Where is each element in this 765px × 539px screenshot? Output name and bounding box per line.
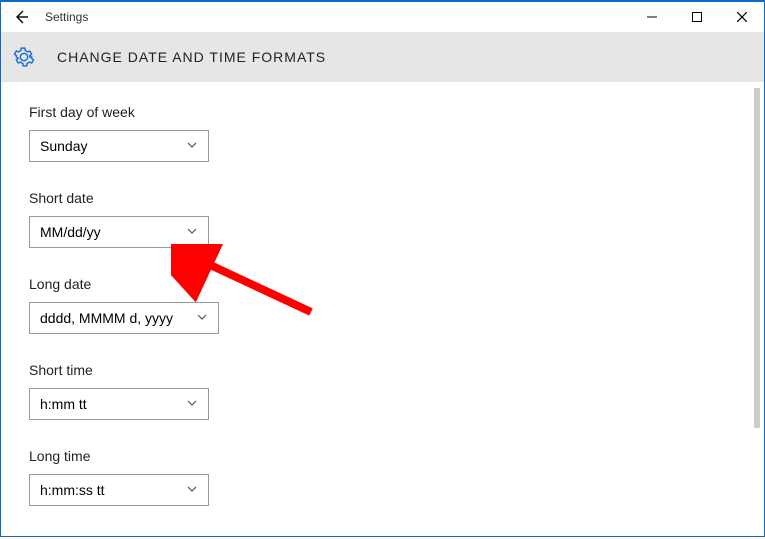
maximize-icon xyxy=(692,12,702,22)
back-button[interactable] xyxy=(9,5,33,29)
long-time-group: Long time h:mm:ss tt xyxy=(29,448,736,506)
minimize-icon xyxy=(647,12,657,22)
close-button[interactable] xyxy=(719,2,764,32)
short-time-value: h:mm tt xyxy=(40,396,87,412)
chevron-down-icon xyxy=(188,310,208,326)
short-time-label: Short time xyxy=(29,362,736,378)
short-date-label: Short date xyxy=(29,190,736,206)
settings-content: First day of week Sunday Short date MM/d… xyxy=(1,82,764,539)
window-controls xyxy=(629,2,764,32)
short-date-dropdown[interactable]: MM/dd/yy xyxy=(29,216,209,248)
chevron-down-icon xyxy=(178,396,198,412)
first-day-label: First day of week xyxy=(29,104,736,120)
close-icon xyxy=(737,12,747,22)
page-title: CHANGE DATE AND TIME FORMATS xyxy=(57,49,326,65)
first-day-group: First day of week Sunday xyxy=(29,104,736,162)
long-time-label: Long time xyxy=(29,448,736,464)
long-date-label: Long date xyxy=(29,276,736,292)
chevron-down-icon xyxy=(178,138,198,154)
maximize-button[interactable] xyxy=(674,2,719,32)
short-time-dropdown[interactable]: h:mm tt xyxy=(29,388,209,420)
chevron-down-icon xyxy=(178,482,198,498)
chevron-down-icon xyxy=(178,224,198,240)
short-date-group: Short date MM/dd/yy xyxy=(29,190,736,248)
long-date-value: dddd, MMMM d, yyyy xyxy=(40,310,173,326)
long-date-dropdown[interactable]: dddd, MMMM d, yyyy xyxy=(29,302,219,334)
gear-icon xyxy=(13,46,35,68)
long-time-dropdown[interactable]: h:mm:ss tt xyxy=(29,474,209,506)
first-day-dropdown[interactable]: Sunday xyxy=(29,130,209,162)
first-day-value: Sunday xyxy=(40,138,87,154)
page-header: CHANGE DATE AND TIME FORMATS xyxy=(1,32,764,82)
minimize-button[interactable] xyxy=(629,2,674,32)
long-date-group: Long date dddd, MMMM d, yyyy xyxy=(29,276,736,334)
arrow-left-icon xyxy=(13,9,29,25)
short-time-group: Short time h:mm tt xyxy=(29,362,736,420)
window-titlebar: Settings xyxy=(1,2,764,32)
long-time-value: h:mm:ss tt xyxy=(40,482,105,498)
window-title: Settings xyxy=(45,10,88,24)
content-wrapper: First day of week Sunday Short date MM/d… xyxy=(1,82,764,539)
scrollbar[interactable] xyxy=(754,88,760,533)
scrollbar-thumb[interactable] xyxy=(754,88,760,428)
short-date-value: MM/dd/yy xyxy=(40,224,101,240)
